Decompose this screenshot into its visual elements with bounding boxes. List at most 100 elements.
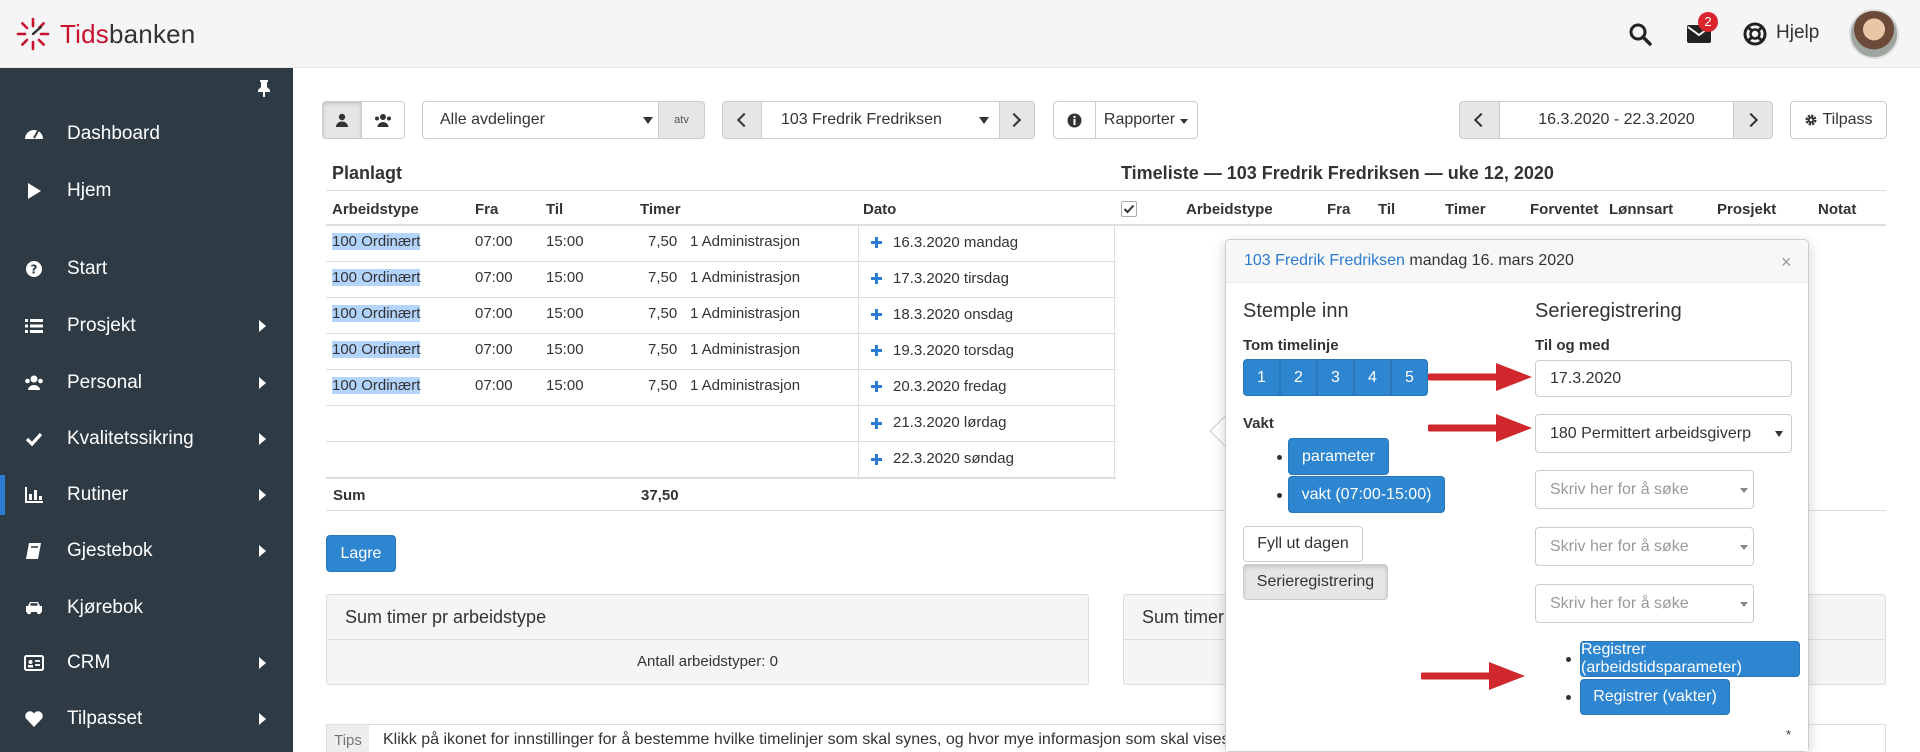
chevron-right-icon bbox=[259, 377, 266, 389]
sidebar-item-label: CRM bbox=[67, 652, 111, 673]
sidebar-item-personal[interactable]: Personal bbox=[0, 363, 293, 403]
caret-down-icon bbox=[643, 117, 653, 124]
sidebar-item-tilpasset[interactable]: Tilpasset bbox=[0, 699, 293, 739]
from-cell: 07:00 bbox=[475, 377, 513, 394]
register-shifts-button[interactable]: Registrer (vakter) bbox=[1580, 679, 1730, 715]
sidebar-item-label: Rutiner bbox=[67, 484, 129, 505]
list-icon bbox=[25, 319, 43, 333]
add-line-plus-icon[interactable] bbox=[871, 237, 882, 248]
fill-day-button[interactable]: Fyll ut dagen bbox=[1243, 526, 1363, 562]
worktype-cell[interactable]: 100 Ordinært bbox=[332, 341, 421, 358]
add-line-plus-icon[interactable] bbox=[871, 345, 882, 356]
sidebar-item-rutiner[interactable]: Rutiner bbox=[0, 475, 293, 515]
empty-line-button-5[interactable]: 5 bbox=[1391, 359, 1428, 396]
notification-badge: 2 bbox=[1698, 12, 1718, 32]
sidebar-item-kjorebok[interactable]: Kjørebok bbox=[0, 588, 293, 628]
logo-text: Tidsbanken bbox=[60, 18, 196, 49]
users-icon bbox=[25, 375, 43, 390]
search-placeholder: Skriv her for å søke bbox=[1550, 537, 1689, 555]
annotation-arrow-icon bbox=[1428, 414, 1532, 442]
worktype-select[interactable]: 180 Permittert arbeidsgiverp bbox=[1535, 414, 1792, 453]
shift-parameter-button[interactable]: parameter bbox=[1288, 438, 1389, 475]
sidebar-item-kvalitetssikring[interactable]: Kvalitetssikring bbox=[0, 419, 293, 459]
add-line-plus-icon[interactable] bbox=[871, 273, 882, 284]
customize-button[interactable]: Tilpass bbox=[1790, 101, 1887, 139]
to-cell: 15:00 bbox=[546, 377, 584, 394]
search-icon[interactable] bbox=[1628, 22, 1652, 46]
add-line-plus-icon[interactable] bbox=[871, 309, 882, 320]
column-header-hours: Timer bbox=[1445, 201, 1486, 218]
sidebar-item-hjem[interactable]: Hjem bbox=[0, 171, 293, 211]
search-select-2[interactable]: Skriv her for å søke bbox=[1535, 527, 1754, 566]
search-select-3[interactable]: Skriv her for å søke bbox=[1535, 584, 1754, 623]
add-line-plus-icon[interactable] bbox=[871, 454, 882, 465]
close-icon[interactable]: × bbox=[1781, 252, 1792, 273]
list-bullet bbox=[1566, 657, 1571, 662]
employee-link[interactable]: 103 Fredrik Fredriksen bbox=[1244, 252, 1405, 269]
to-cell: 15:00 bbox=[546, 305, 584, 322]
divider bbox=[326, 405, 1116, 406]
help-link[interactable]: Hjelp bbox=[1776, 22, 1819, 44]
department-cell: 1 Administrasjon bbox=[690, 341, 801, 358]
user-icon bbox=[336, 113, 348, 127]
worktype-cell[interactable]: 100 Ordinært bbox=[332, 305, 421, 322]
empty-line-button-3[interactable]: 3 bbox=[1317, 359, 1354, 396]
worktype-cell[interactable]: 100 Ordinært bbox=[332, 377, 421, 394]
until-date-input[interactable]: 17.3.2020 bbox=[1535, 360, 1792, 397]
pin-icon[interactable] bbox=[254, 78, 274, 98]
group-view-button[interactable] bbox=[361, 101, 405, 139]
bar-chart-icon bbox=[25, 487, 43, 503]
sidebar-item-start[interactable]: ? Start bbox=[0, 249, 293, 289]
tips-text: Klikk på ikonet for innstillinger for å … bbox=[383, 731, 1243, 748]
annotation-arrow-icon bbox=[1421, 662, 1525, 690]
previous-week-button[interactable] bbox=[1459, 101, 1500, 139]
worktype-cell[interactable]: 100 Ordinært bbox=[332, 233, 421, 250]
employee-select[interactable]: 103 Fredrik Fredriksen bbox=[761, 101, 1000, 139]
select-all-checkbox[interactable] bbox=[1121, 201, 1137, 217]
previous-employee-button[interactable] bbox=[722, 101, 762, 139]
series-registration-toggle[interactable]: Serieregistrering bbox=[1243, 564, 1388, 600]
add-line-plus-icon[interactable] bbox=[871, 418, 882, 429]
sidebar-item-dashboard[interactable]: Dashboard bbox=[0, 114, 293, 154]
divider bbox=[326, 190, 1116, 191]
from-cell: 07:00 bbox=[475, 305, 513, 322]
empty-line-button-2[interactable]: 2 bbox=[1280, 359, 1317, 396]
column-header-note: Notat bbox=[1818, 201, 1857, 218]
empty-line-button-1[interactable]: 1 bbox=[1243, 359, 1280, 396]
planned-title: Planlagt bbox=[332, 163, 403, 183]
next-employee-button[interactable] bbox=[999, 101, 1035, 139]
chevron-right-icon bbox=[259, 713, 266, 725]
single-person-view-button[interactable] bbox=[322, 101, 362, 139]
empty-line-button-4[interactable]: 4 bbox=[1354, 359, 1391, 396]
worktype-cell[interactable]: 100 Ordinært bbox=[332, 269, 421, 286]
avatar[interactable] bbox=[1849, 9, 1899, 59]
info-button[interactable] bbox=[1053, 101, 1096, 139]
caret-down-icon bbox=[1775, 431, 1783, 437]
reports-dropdown-button[interactable]: Rapporter bbox=[1095, 101, 1198, 139]
sidebar-item-label: Gjestebok bbox=[67, 540, 153, 561]
sidebar-item-gjestebok[interactable]: Gjestebok bbox=[0, 531, 293, 571]
caret-down-icon bbox=[1740, 602, 1748, 607]
life-ring-icon[interactable] bbox=[1743, 22, 1767, 46]
sum-hours-per-worktype-panel: Sum timer pr arbeidstype Antall arbeidst… bbox=[326, 594, 1089, 685]
sidebar-item-crm[interactable]: CRM bbox=[0, 643, 293, 683]
logo[interactable]: Tidsbanken bbox=[16, 17, 195, 51]
add-line-plus-icon[interactable] bbox=[871, 381, 882, 392]
caret-down-icon bbox=[1740, 488, 1748, 493]
search-select-1[interactable]: Skriv her for å søke bbox=[1535, 470, 1754, 509]
save-button[interactable]: Lagre bbox=[326, 535, 396, 572]
department-addon-button[interactable]: atv bbox=[658, 101, 705, 139]
column-header-from: Fra bbox=[1327, 201, 1351, 218]
logo-clock-icon bbox=[16, 17, 50, 51]
sidebar-item-label: Prosjekt bbox=[67, 315, 136, 336]
next-week-button[interactable] bbox=[1733, 101, 1773, 139]
shift-0700-1500-button[interactable]: vakt (07:00-15:00) bbox=[1288, 476, 1445, 513]
tips-label: Tips bbox=[327, 725, 369, 752]
sidebar-item-prosjekt[interactable]: Prosjekt bbox=[0, 306, 293, 346]
date-range-field[interactable]: 16.3.2020 - 22.3.2020 bbox=[1499, 101, 1734, 139]
users-icon bbox=[375, 114, 391, 127]
department-select[interactable]: Alle avdelinger bbox=[422, 101, 659, 139]
info-circle-icon bbox=[1067, 113, 1082, 127]
column-header-wage-type: Lønnsart bbox=[1609, 201, 1674, 218]
register-parameter-button[interactable]: Registrer (arbeidstidsparameter) bbox=[1580, 641, 1800, 677]
